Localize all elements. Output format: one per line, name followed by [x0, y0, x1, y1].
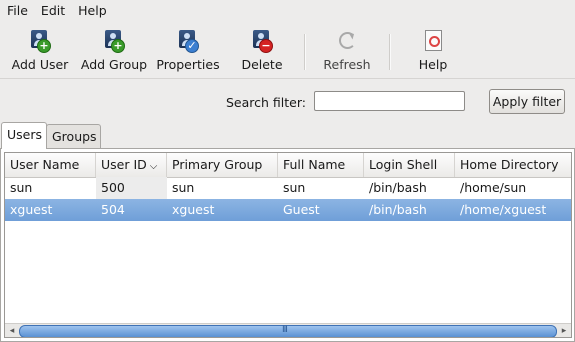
- cell-user-id: 504: [101, 202, 125, 217]
- scroll-right-arrow-icon[interactable]: ▸: [557, 324, 571, 337]
- add-group-label: Add Group: [80, 57, 148, 72]
- help-button[interactable]: Help: [415, 27, 451, 75]
- table-row-selected[interactable]: xguest 504 xguest Guest /bin/bash /home/…: [5, 199, 571, 221]
- scrollbar-thumb[interactable]: III: [19, 325, 557, 337]
- tab-groups[interactable]: Groups: [46, 124, 101, 148]
- menu-file[interactable]: File: [0, 0, 34, 22]
- help-label: Help: [418, 57, 448, 72]
- column-header-user-id[interactable]: User ID ⌵: [96, 153, 167, 177]
- add-group-icon: +: [102, 29, 126, 53]
- add-group-button[interactable]: + Add Group: [80, 27, 148, 75]
- cell-home-directory: /home/xguest: [460, 202, 547, 217]
- menu-bar: File Edit Help: [0, 0, 575, 22]
- menu-help[interactable]: Help: [71, 0, 113, 22]
- table-row[interactable]: sun 500 sun sun /bin/bash /home/sun: [5, 177, 571, 199]
- column-header-primary-group[interactable]: Primary Group: [167, 153, 278, 177]
- column-header-home-directory[interactable]: Home Directory: [455, 153, 571, 177]
- sort-descending-icon: ⌵: [149, 161, 158, 172]
- cell-user-name: sun: [10, 180, 33, 195]
- toolbar-separator: [389, 34, 391, 70]
- search-filter-label: Search filter:: [226, 95, 306, 110]
- cell-full-name: Guest: [283, 202, 320, 217]
- tab-users[interactable]: Users: [1, 122, 47, 149]
- table-header: User Name User ID ⌵ Primary Group Full Na…: [5, 153, 571, 178]
- column-header-full-name[interactable]: Full Name: [278, 153, 364, 177]
- cell-primary-group: sun: [172, 180, 195, 195]
- refresh-icon: [335, 29, 359, 53]
- delete-icon: −: [250, 29, 274, 53]
- cell-home-directory: /home/sun: [460, 180, 527, 195]
- toolbar-separator: [304, 34, 306, 70]
- users-table: User Name User ID ⌵ Primary Group Full Na…: [4, 152, 572, 338]
- properties-icon: ✓: [176, 29, 200, 53]
- cell-primary-group: xguest: [172, 202, 215, 217]
- help-icon: [421, 29, 445, 53]
- toolbar: + Add User + Add Group ✓ Properties − De…: [0, 24, 575, 79]
- users-panel: User Name User ID ⌵ Primary Group Full Na…: [0, 148, 575, 342]
- add-user-label: Add User: [11, 57, 69, 72]
- refresh-button[interactable]: Refresh: [322, 27, 372, 75]
- delete-label: Delete: [241, 57, 283, 72]
- properties-button[interactable]: ✓ Properties: [156, 27, 220, 75]
- add-user-icon: +: [28, 29, 52, 53]
- scroll-left-arrow-icon[interactable]: ◂: [5, 324, 19, 337]
- cell-login-shell: /bin/bash: [369, 202, 427, 217]
- search-filter-input[interactable]: [314, 91, 465, 111]
- column-header-user-name[interactable]: User Name: [5, 153, 96, 177]
- delete-button[interactable]: − Delete: [239, 27, 285, 75]
- scrollbar-grip: III: [282, 325, 288, 335]
- cell-full-name: sun: [283, 180, 306, 195]
- cell-user-id: 500: [96, 177, 167, 199]
- column-header-login-shell[interactable]: Login Shell: [364, 153, 455, 177]
- menu-edit[interactable]: Edit: [34, 0, 71, 22]
- horizontal-scrollbar[interactable]: ◂ III ▸: [5, 323, 571, 337]
- add-user-button[interactable]: + Add User: [9, 27, 71, 75]
- cell-login-shell: /bin/bash: [369, 180, 427, 195]
- properties-label: Properties: [156, 57, 220, 72]
- refresh-label: Refresh: [323, 57, 371, 72]
- apply-filter-button[interactable]: Apply filter: [489, 89, 565, 114]
- cell-user-name: xguest: [10, 202, 53, 217]
